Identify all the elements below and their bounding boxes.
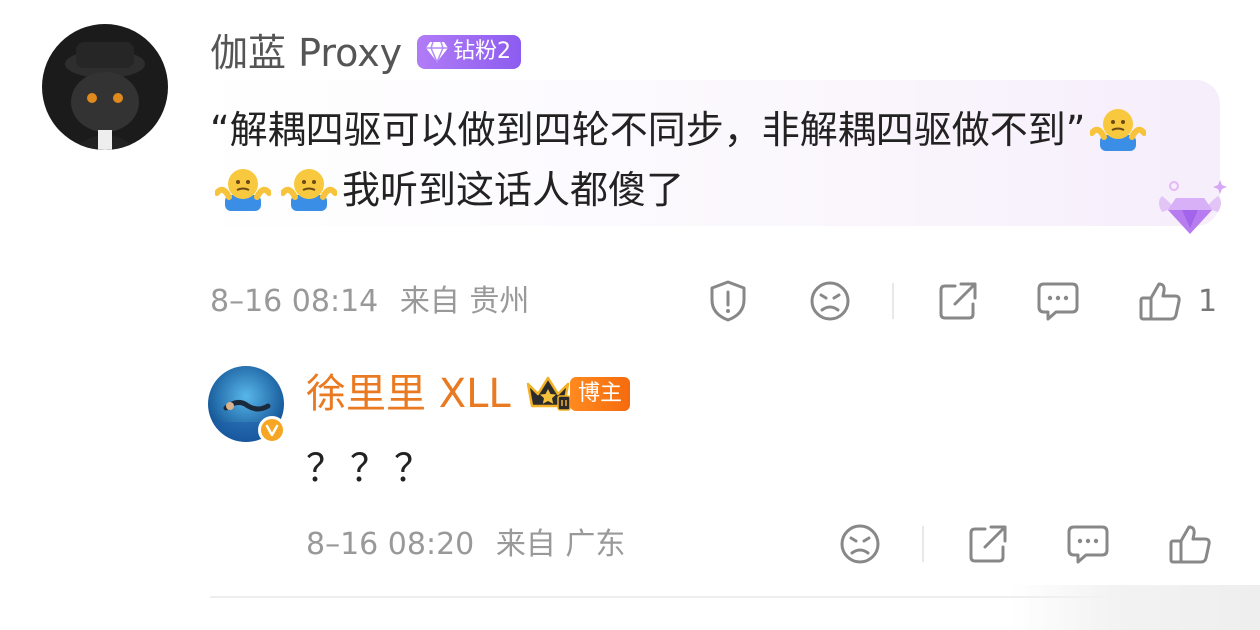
dislike-icon xyxy=(840,524,880,564)
action-separator xyxy=(922,526,924,562)
share-icon xyxy=(939,282,977,320)
comment-text-part1: “解耦四驱可以做到四轮不同步，非解耦四驱做不到” xyxy=(210,108,1086,152)
fan-badge-label: 钻粉2 xyxy=(453,39,511,64)
comment-location: 来自 贵州 xyxy=(399,284,530,319)
share-button[interactable] xyxy=(936,279,980,323)
dislike-icon xyxy=(810,281,850,321)
host-badge-label: 博主 xyxy=(578,381,623,406)
shrug-emoji-icon xyxy=(281,169,337,211)
comment-time: 8–16 08:14 xyxy=(210,284,379,319)
report-button[interactable] xyxy=(706,279,750,323)
reply-share-button[interactable] xyxy=(966,522,1010,566)
reply-button[interactable] xyxy=(1036,279,1080,323)
reply-author-name[interactable]: 徐里里 XLL xyxy=(306,370,511,418)
host-badge: 博主 xyxy=(570,377,631,411)
like-icon xyxy=(1139,282,1181,321)
reply-icon xyxy=(1067,525,1109,564)
dislike-button[interactable] xyxy=(808,279,852,323)
shrug-emoji-icon xyxy=(1090,109,1147,151)
reply-time: 8–16 08:20 xyxy=(306,527,475,562)
reply-like-button[interactable] xyxy=(1168,522,1212,566)
reply-text: ？？？ xyxy=(306,446,439,490)
reply-dislike-button[interactable] xyxy=(838,522,882,566)
reply-icon xyxy=(1037,282,1079,321)
crown-icon xyxy=(526,376,571,411)
like-icon xyxy=(1169,525,1211,564)
reply-location: 来自 广东 xyxy=(495,527,626,562)
like-count: 1 xyxy=(1198,284,1218,319)
like-button[interactable] xyxy=(1138,279,1182,323)
fan-badge[interactable]: 钻粉2 xyxy=(417,35,521,69)
reply-meta: 8–16 08:20 来自 广东 xyxy=(306,525,625,565)
shrug-emoji-icon xyxy=(215,169,271,211)
comment-author-name[interactable]: 伽蓝 Proxy xyxy=(210,30,402,76)
diamond-icon xyxy=(426,41,448,63)
comment-text: “解耦四驱可以做到四轮不同步，非解耦四驱做不到” 我听到这话人都傻了 xyxy=(210,100,1200,220)
comment-text-part2: 我听到这话人都傻了 xyxy=(342,168,685,212)
verified-badge-icon xyxy=(258,416,286,444)
reply-reply-button[interactable] xyxy=(1066,522,1110,566)
watermark xyxy=(1010,585,1260,630)
share-icon xyxy=(969,525,1007,563)
action-separator xyxy=(892,283,894,319)
avatar[interactable] xyxy=(42,24,168,150)
comment-meta: 8–16 08:14 来自 贵州 xyxy=(210,282,529,322)
report-icon xyxy=(710,280,746,322)
